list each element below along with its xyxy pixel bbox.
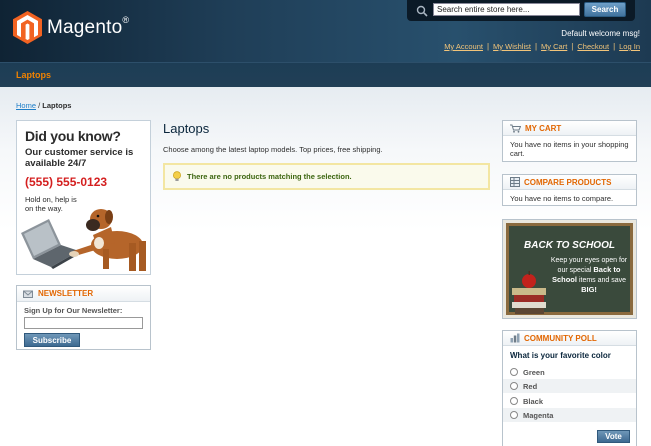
callout-subtitle: Our customer service is available 24/7 — [25, 147, 134, 169]
books-apple-icon — [512, 271, 546, 314]
callout-title: Did you know? — [25, 128, 121, 144]
category-description: Choose among the latest laptop models. T… — [163, 145, 383, 154]
newsletter-label: Sign Up for Our Newsletter: — [24, 306, 123, 315]
poll-header: COMMUNITY POLL — [503, 331, 636, 346]
poll-title: COMMUNITY POLL — [524, 333, 597, 343]
welcome-message: Default welcome msg! — [561, 29, 640, 38]
my-account-link[interactable]: My Account — [444, 42, 483, 51]
radio-button[interactable] — [510, 397, 518, 405]
breadcrumb-separator: / — [38, 101, 41, 110]
radio-button[interactable] — [510, 411, 518, 419]
poll-option[interactable]: Red — [503, 379, 636, 393]
link-separator: | — [486, 42, 490, 51]
poll-icon — [510, 333, 520, 343]
cart-icon — [510, 124, 521, 133]
compare-empty-text: You have no items to compare. — [510, 194, 614, 203]
my-cart-link[interactable]: My Cart — [541, 42, 567, 51]
poll-option-label: Red — [523, 381, 538, 391]
logo[interactable]: Magento® — [13, 11, 129, 44]
cart-title: MY CART — [525, 123, 562, 133]
magento-logo-icon — [13, 11, 42, 44]
notice-message: There are no products matching the selec… — [163, 163, 490, 190]
newsletter-title: NEWSLETTER — [38, 289, 94, 298]
compare-products-block: COMPARE PRODUCTS You have no items to co… — [502, 174, 637, 206]
link-separator: | — [534, 42, 538, 51]
callout-phone: (555) 555-0123 — [25, 175, 108, 189]
quick-links: My Account | My Wishlist | My Cart | Che… — [444, 42, 640, 51]
callout-hold-text: Hold on, help is on the way. — [25, 195, 77, 213]
checkout-link[interactable]: Checkout — [577, 42, 609, 51]
vote-button[interactable]: Vote — [597, 430, 630, 443]
page-body: Home / Laptops Did you know? Our custome… — [0, 87, 651, 446]
cart-header: MY CART — [503, 121, 636, 136]
nav-item-laptops[interactable]: Laptops — [16, 70, 51, 80]
poll-option[interactable]: Black — [503, 394, 636, 408]
breadcrumb-current: Laptops — [42, 101, 72, 110]
community-poll-block: COMMUNITY POLL What is your favorite col… — [502, 330, 637, 446]
compare-title: COMPARE PRODUCTS — [524, 177, 612, 187]
log-in-link[interactable]: Log In — [619, 42, 640, 51]
lightbulb-icon — [173, 171, 181, 181]
radio-button[interactable] — [510, 382, 518, 390]
notice-text: There are no products matching the selec… — [187, 172, 352, 181]
compare-icon — [510, 177, 520, 187]
search-icon — [416, 5, 428, 17]
search-bar: Search — [407, 0, 635, 21]
banner-text: Keep your eyes open for our special Back… — [550, 257, 628, 294]
poll-option-label: Green — [523, 367, 545, 377]
logo-text: Magento® — [47, 14, 130, 38]
poll-option-label: Magenta — [523, 410, 554, 420]
compare-header: COMPARE PRODUCTS — [503, 175, 636, 190]
link-separator: | — [571, 42, 574, 51]
cart-empty-text: You have no items in your shopping cart. — [510, 140, 629, 158]
poll-question: What is your favorite color — [510, 351, 611, 360]
my-cart-block: MY CART You have no items in your shoppi… — [502, 120, 637, 162]
page-title: Laptops — [163, 121, 210, 136]
newsletter-email-input[interactable] — [24, 317, 143, 329]
poll-option-label: Black — [523, 396, 544, 406]
customer-service-callout[interactable]: Did you know? Our customer service is av… — [16, 120, 151, 275]
main-nav: Laptops — [0, 62, 651, 87]
my-wishlist-link[interactable]: My Wishlist — [493, 42, 531, 51]
newsletter-header: NEWSLETTER — [17, 286, 150, 302]
subscribe-button[interactable]: Subscribe — [24, 333, 80, 347]
envelope-icon — [23, 290, 33, 298]
poll-option[interactable]: Green — [503, 365, 636, 379]
search-button[interactable]: Search — [584, 2, 626, 17]
radio-button[interactable] — [510, 368, 518, 376]
breadcrumb-home[interactable]: Home — [16, 101, 36, 110]
chalkboard: BACK TO SCHOOL Keep your eyes open for o… — [506, 223, 633, 315]
link-separator: | — [613, 42, 616, 51]
breadcrumb: Home / Laptops — [16, 101, 71, 110]
site-header: Magento® Search Default welcome msg! My … — [0, 0, 651, 62]
poll-option[interactable]: Magenta — [503, 408, 636, 422]
newsletter-block: NEWSLETTER Sign Up for Our Newsletter: S… — [16, 285, 151, 350]
banner-title: BACK TO SCHOOL — [524, 240, 615, 251]
back-to-school-banner[interactable]: BACK TO SCHOOL Keep your eyes open for o… — [502, 219, 637, 319]
search-input[interactable] — [433, 3, 580, 16]
